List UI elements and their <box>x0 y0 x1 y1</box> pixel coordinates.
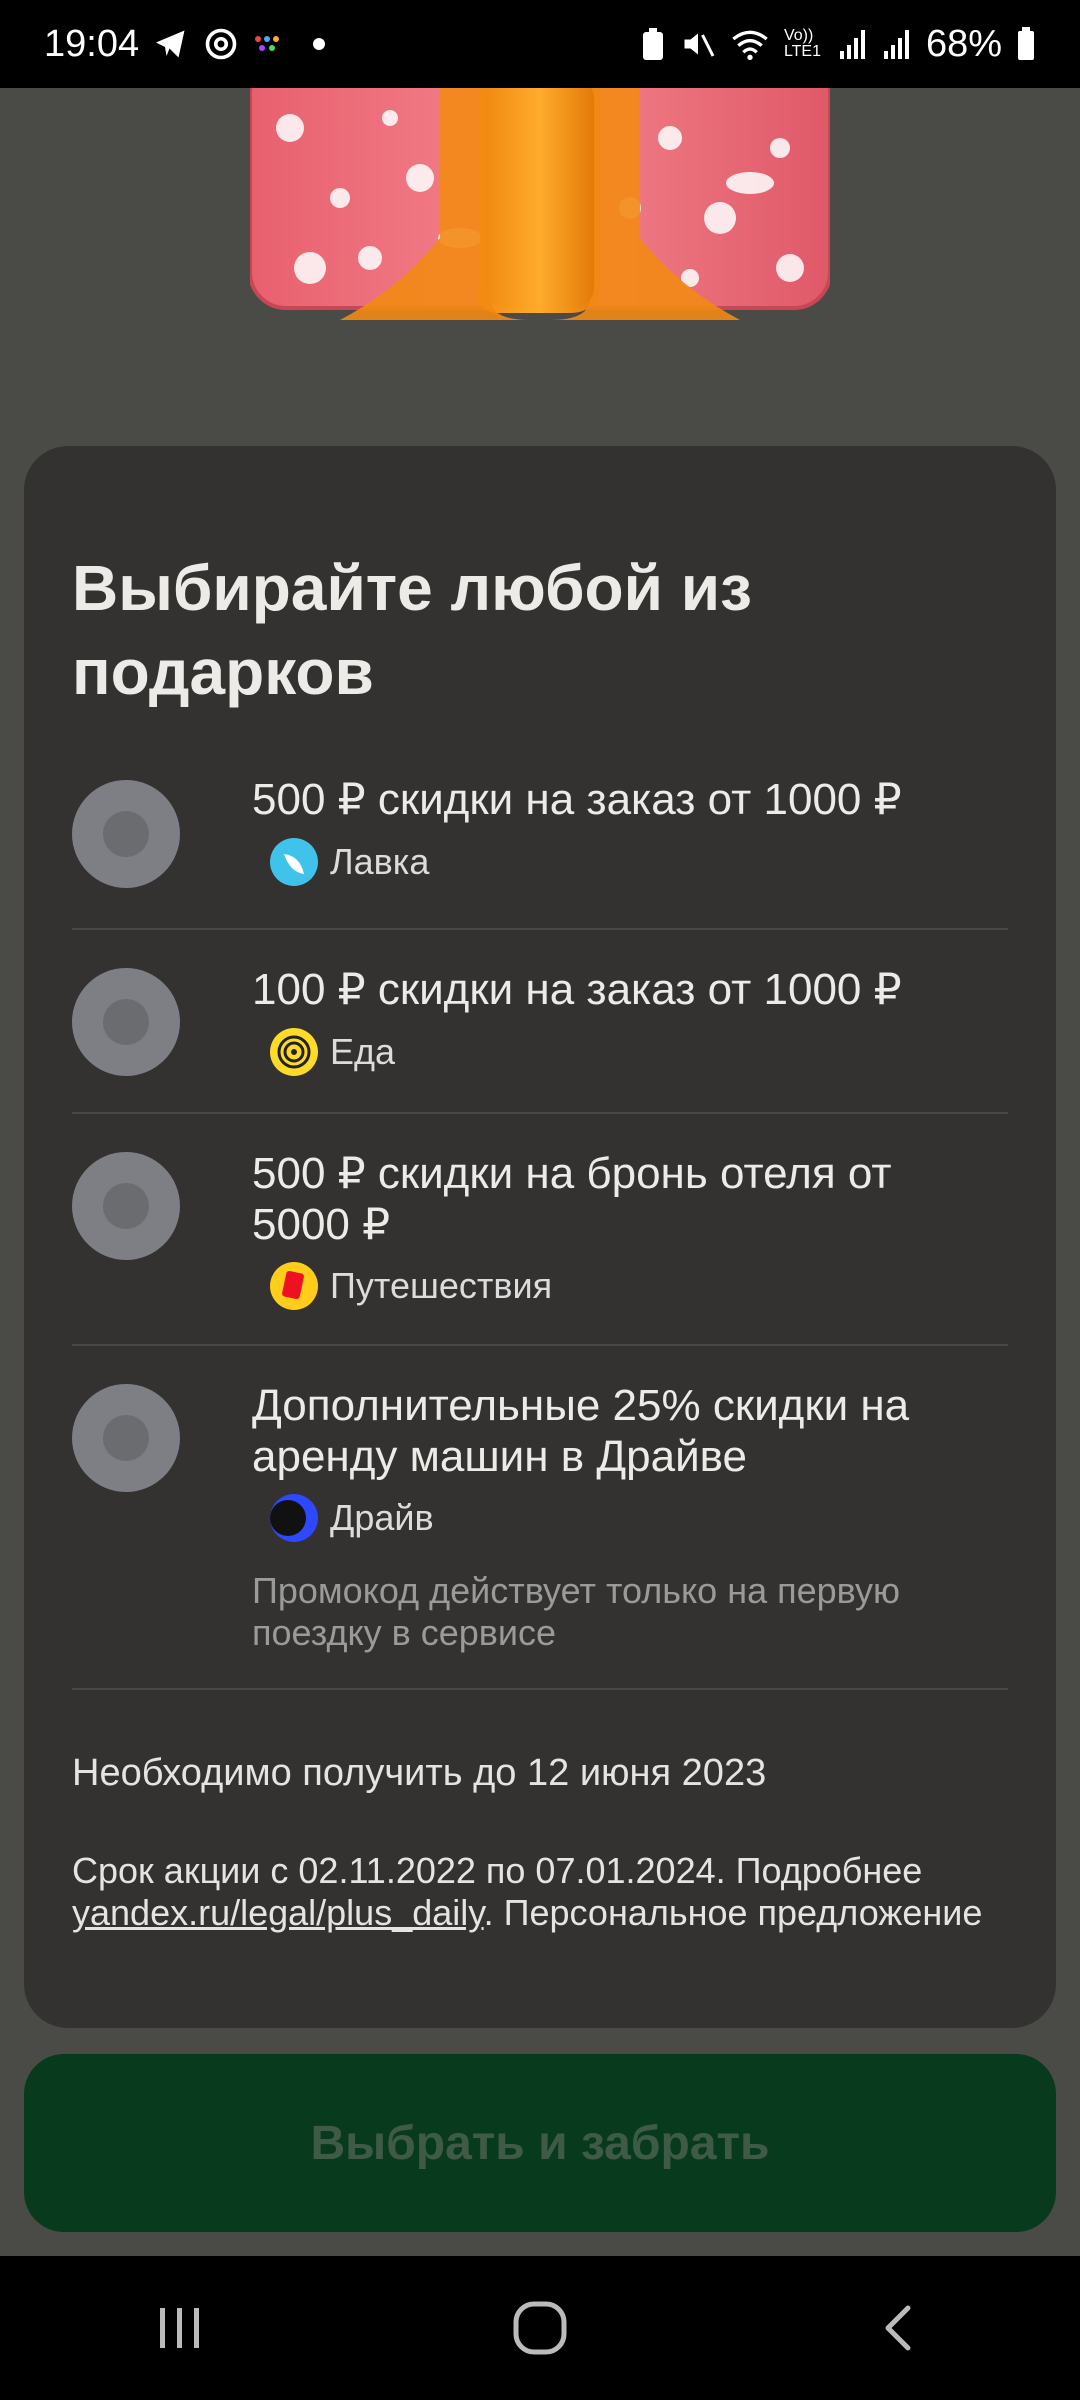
option-note: Промокод действует только на первую поез… <box>252 1570 900 1653</box>
gift-option-lavka[interactable]: 500 ₽ скидки на заказ от 1000 ₽ Лавка <box>72 770 1008 930</box>
battery-saver-icon <box>640 26 666 62</box>
at-icon <box>203 26 239 62</box>
option-service: Лавка <box>270 838 429 886</box>
navigation-bar <box>0 2256 1080 2400</box>
gift-option-travel[interactable]: 500 ₽ скидки на бронь отеля от 5000 ₽ Пу… <box>72 1114 1008 1346</box>
app-notification-icon <box>253 34 287 54</box>
option-service: Еда <box>270 1028 395 1076</box>
option-text: Дополнительные 25% скидки на аренду маши… <box>252 1381 910 1481</box>
eda-icon <box>270 1028 318 1076</box>
option-service: Драйв <box>270 1494 434 1542</box>
radio-button[interactable] <box>72 1384 180 1492</box>
battery-percent: 68% <box>925 22 1002 65</box>
radio-button[interactable] <box>72 1152 180 1260</box>
battery-icon <box>1016 26 1036 62</box>
wifi-icon <box>730 26 770 62</box>
network-label: Vo)) LTE1 <box>783 27 821 60</box>
telegram-icon <box>153 26 189 62</box>
service-label: Еда <box>330 1031 396 1072</box>
mute-icon <box>680 26 716 62</box>
gift-box-image <box>248 56 832 324</box>
service-label: Лавка <box>330 841 430 882</box>
gift-option-eda[interactable]: 100 ₽ скидки на заказ от 1000 ₽ Еда <box>72 930 1008 1114</box>
lavka-icon <box>270 838 318 886</box>
back-icon[interactable] <box>850 2278 950 2378</box>
gift-option-drive[interactable]: Дополнительные 25% скидки на аренду маши… <box>72 1346 1008 1690</box>
recent-apps-icon[interactable] <box>130 2278 230 2378</box>
option-text: 500 ₽ скидки на бронь отеля от 5000 ₽ <box>252 1149 892 1249</box>
terms-link[interactable]: yandex.ru/legal/plus_daily <box>72 1892 484 1933</box>
card-title: Выбирайте любой из подарков <box>72 552 752 708</box>
home-icon[interactable] <box>490 2278 590 2378</box>
gift-selection-card: Выбирайте любой из подарков 500 ₽ скидки… <box>24 446 1056 2028</box>
choose-and-take-button[interactable]: Выбрать и забрать <box>24 2054 1056 2232</box>
option-text: 500 ₽ скидки на заказ от 1000 ₽ <box>252 775 902 824</box>
signal-1-icon <box>838 27 868 61</box>
drive-icon <box>270 1494 318 1542</box>
terms-suffix: . Персональное предложение <box>483 1892 983 1933</box>
terms-text: Срок акции с 02.11.2022 по 07.01.2024. П… <box>72 1850 1012 1934</box>
service-label: Путешествия <box>330 1265 553 1306</box>
travel-icon <box>270 1262 318 1310</box>
service-label: Драйв <box>330 1497 434 1538</box>
status-bar: 19:04 Vo)) LTE1 68% <box>0 0 1080 88</box>
option-service: Путешествия <box>270 1262 552 1310</box>
deadline-text: Необходимо получить до 12 июня 2023 <box>72 1752 767 1794</box>
status-time: 19:04 <box>44 22 140 65</box>
radio-button[interactable] <box>72 968 180 1076</box>
terms-prefix: Срок акции с 02.11.2022 по 07.01.2024. П… <box>72 1850 923 1891</box>
option-text: 100 ₽ скидки на заказ от 1000 ₽ <box>252 965 902 1014</box>
radio-button[interactable] <box>72 780 180 888</box>
notification-dot-icon <box>313 38 326 50</box>
signal-2-icon <box>882 27 912 61</box>
